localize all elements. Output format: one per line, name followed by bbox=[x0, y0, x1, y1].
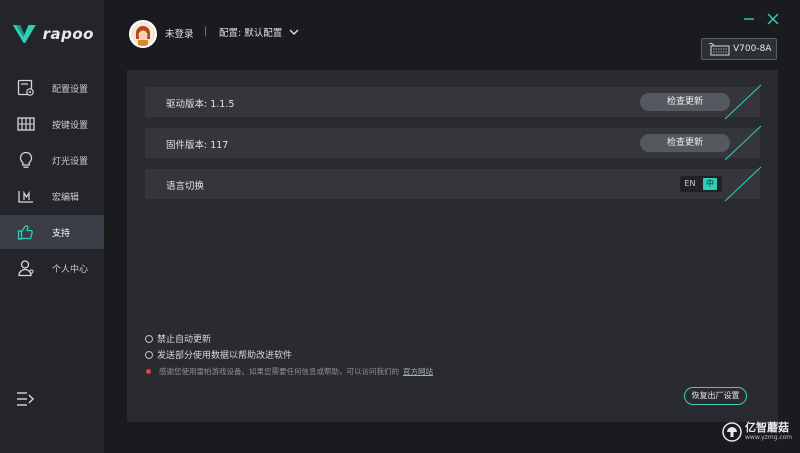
language-label: 语言切换 bbox=[166, 181, 205, 192]
close-button[interactable] bbox=[766, 11, 780, 25]
sidebar-item-label: 个人中心 bbox=[52, 264, 89, 275]
sidebar-item-support[interactable]: 支持 bbox=[0, 215, 104, 249]
notice-text: 感谢您使用雷柏游戏设备。如果您需要任何信息或帮助，可以访问我们的 bbox=[159, 367, 399, 376]
send-usage-data-option[interactable]: 发送部分使用数据以帮助改进软件 bbox=[145, 348, 292, 361]
watermark-url: www.yzmg.com bbox=[745, 434, 793, 441]
sidebar-item-macro-editor[interactable]: 宏编辑 bbox=[0, 179, 104, 213]
minimize-button[interactable] bbox=[742, 11, 756, 25]
driver-version: 驱动版本: 1.1.5 bbox=[166, 99, 235, 110]
driver-version-row: 驱动版本: 1.1.5 检查更新 bbox=[145, 84, 762, 120]
sidebar: rapoo 配置设置 按键设置 灯光设置 宏编辑 支持 个人中心 bbox=[0, 0, 104, 453]
lang-zh-option[interactable]: 中 bbox=[703, 178, 717, 190]
language-row: 语言切换 EN 中 bbox=[145, 166, 762, 202]
config-dropdown[interactable]: 配置: 默认配置 bbox=[219, 25, 299, 39]
close-icon bbox=[767, 13, 779, 25]
sidebar-item-label: 配置设置 bbox=[52, 84, 89, 95]
option-label: 发送部分使用数据以帮助改进软件 bbox=[157, 351, 293, 361]
watermark-text: 亿智蘑菇 bbox=[745, 421, 789, 434]
sidebar-item-label: 宏编辑 bbox=[52, 192, 80, 203]
sidebar-item-label: 按键设置 bbox=[52, 120, 89, 131]
chevron-down-icon bbox=[289, 29, 299, 35]
sidebar-item-label: 灯光设置 bbox=[52, 156, 89, 167]
rapoo-v-logo-icon bbox=[12, 24, 36, 44]
sidebar-item-label: 支持 bbox=[52, 228, 71, 239]
header-separator: | bbox=[204, 26, 208, 37]
watermark-logo-icon bbox=[722, 422, 742, 442]
language-toggle[interactable]: EN 中 bbox=[680, 176, 722, 192]
check-driver-update-button[interactable]: 检查更新 bbox=[640, 93, 730, 111]
option-label: 禁止自动更新 bbox=[157, 335, 212, 345]
user-icon bbox=[16, 258, 36, 278]
notice-dot-icon bbox=[146, 369, 151, 374]
watermark: 亿智蘑菇 www.yzmg.com bbox=[722, 422, 792, 442]
lang-en-option[interactable]: EN bbox=[680, 176, 700, 192]
official-website-link[interactable]: 官方网站 bbox=[403, 366, 433, 377]
check-firmware-update-button[interactable]: 检查更新 bbox=[640, 134, 730, 152]
sidebar-item-profile-settings[interactable]: 配置设置 bbox=[0, 71, 104, 105]
sidebar-item-light-settings[interactable]: 灯光设置 bbox=[0, 143, 104, 177]
keyboard-keys-icon bbox=[16, 114, 36, 134]
disable-auto-update-option[interactable]: 禁止自动更新 bbox=[145, 332, 211, 345]
config-label: 配置: 默认配置 bbox=[219, 28, 283, 39]
support-notice: 感谢您使用雷柏游戏设备。如果您需要任何信息或帮助，可以访问我们的 官方网站 bbox=[145, 366, 433, 377]
login-status[interactable]: 未登录 bbox=[165, 26, 194, 40]
radio-button[interactable] bbox=[145, 334, 153, 343]
factory-reset-button[interactable]: 恢复出厂设置 bbox=[684, 387, 747, 405]
sidebar-item-personal-center[interactable]: 个人中心 bbox=[0, 251, 104, 285]
rapoo-logo: rapoo bbox=[12, 18, 94, 50]
device-name: V700-8A bbox=[733, 44, 772, 54]
firmware-version-row: 固件版本: 117 检查更新 bbox=[145, 125, 762, 161]
macro-icon bbox=[16, 186, 36, 206]
brand-name: rapoo bbox=[42, 25, 94, 43]
firmware-version: 固件版本: 117 bbox=[166, 140, 229, 151]
lightbulb-icon bbox=[16, 150, 36, 170]
menu-collapse-icon[interactable] bbox=[16, 391, 36, 407]
profile-settings-icon bbox=[16, 78, 36, 98]
keyboard-device-icon bbox=[708, 42, 730, 56]
row-accent-line bbox=[724, 166, 762, 202]
device-selector[interactable]: V700-8A bbox=[701, 38, 777, 60]
minimize-icon bbox=[744, 18, 754, 20]
avatar[interactable] bbox=[129, 20, 157, 48]
user-avatar-icon bbox=[131, 22, 155, 46]
sidebar-item-key-settings[interactable]: 按键设置 bbox=[0, 107, 104, 141]
thumbs-up-icon bbox=[16, 222, 36, 242]
radio-button[interactable] bbox=[145, 350, 153, 359]
